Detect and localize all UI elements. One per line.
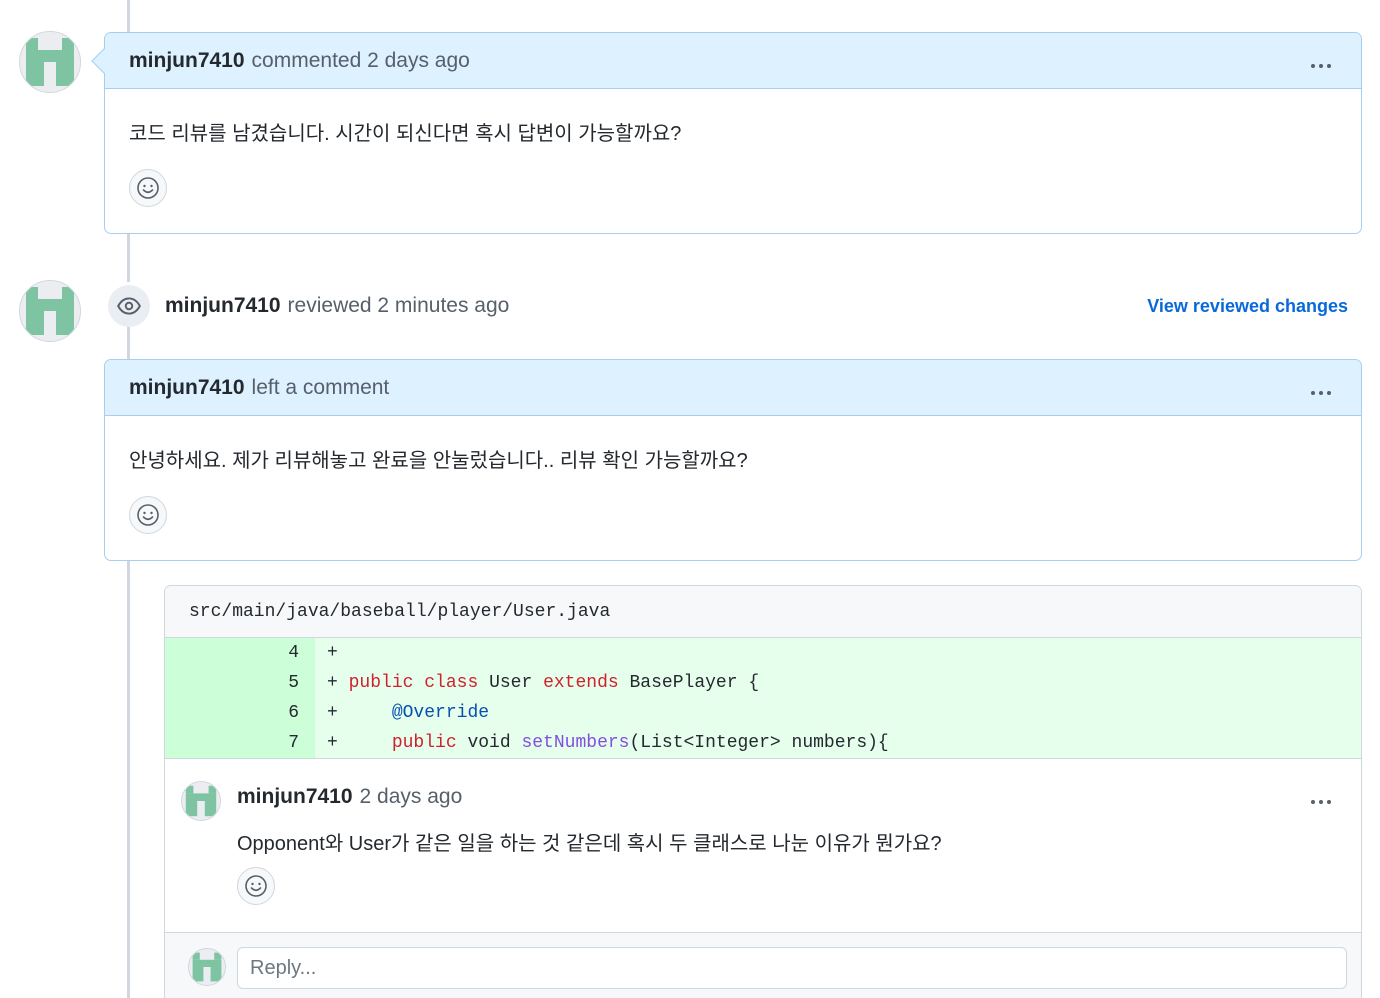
- line-number[interactable]: 4: [165, 638, 315, 668]
- avatar: [188, 948, 226, 986]
- smiley-icon: [137, 177, 159, 199]
- reply-area: Reply...: [165, 932, 1361, 998]
- diff-line: 5 + public class User extends BasePlayer…: [165, 668, 1361, 698]
- timeline-line: [127, 232, 130, 282]
- add-reaction-button[interactable]: [237, 867, 275, 905]
- pr-conversation-timeline: minjun7410 commented 2 days ago 코드 리뷰를 남…: [0, 0, 1380, 998]
- add-reaction-button[interactable]: [129, 496, 167, 534]
- smiley-icon: [245, 875, 267, 897]
- timeline-comment: minjun7410 commented 2 days ago 코드 리뷰를 남…: [91, 32, 1362, 234]
- comment-pointer: [91, 48, 117, 74]
- diff-code: + @Override: [327, 703, 490, 723]
- review-badge: [108, 285, 150, 327]
- comment-body: 코드 리뷰를 남겼습니다. 시간이 되신다면 혹시 답변이 가능할까요?: [129, 123, 682, 145]
- diff-line: 4 +: [165, 638, 1361, 668]
- avatar[interactable]: [19, 280, 81, 342]
- comment-timestamp[interactable]: commented 2 days ago: [252, 49, 470, 73]
- kebab-icon[interactable]: [1309, 50, 1333, 72]
- comment-body: Opponent와 User가 같은 일을 하는 것 같은데 혹시 두 클래스로…: [237, 833, 942, 855]
- diff-hunk: 4 + 5 + public class User extends BasePl…: [165, 638, 1361, 758]
- identicon-avatar-icon: [189, 949, 225, 985]
- review-timestamp[interactable]: reviewed 2 minutes ago: [288, 294, 510, 317]
- reply-input[interactable]: Reply...: [237, 947, 1347, 989]
- identicon-avatar-icon: [182, 782, 220, 820]
- eye-icon: [117, 297, 141, 315]
- smiley-icon: [137, 504, 159, 526]
- comment-header: minjun7410 commented 2 days ago: [91, 33, 1361, 89]
- line-number[interactable]: 5: [165, 668, 315, 698]
- comment-author[interactable]: minjun7410: [237, 785, 353, 808]
- review-summary: minjun7410 reviewed 2 minutes ago: [165, 294, 509, 318]
- comment-action: left a comment: [251, 375, 390, 399]
- diff-code: + public class User extends BasePlayer {: [327, 673, 760, 693]
- comment-author[interactable]: minjun7410: [129, 376, 245, 400]
- file-path[interactable]: src/main/java/baseball/player/User.java: [165, 586, 1361, 638]
- review-thread: src/main/java/baseball/player/User.java …: [164, 585, 1362, 998]
- comment-body: 안녕하세요. 제가 리뷰해놓고 완료을 안눌렀습니다.. 리뷰 확인 가능할까요…: [129, 450, 748, 472]
- avatar[interactable]: [181, 781, 221, 821]
- kebab-icon[interactable]: [1309, 786, 1333, 808]
- view-reviewed-changes-link[interactable]: View reviewed changes: [1147, 296, 1348, 317]
- diff-code: +: [315, 638, 1361, 668]
- diff-sign: +: [327, 673, 338, 693]
- comment-header: minjun7410 left a comment: [105, 360, 1361, 416]
- review-comment: minjun7410 left a comment 안녕하세요. 제가 리뷰해놓…: [104, 359, 1362, 561]
- review-event: minjun7410 reviewed 2 minutes ago View re…: [108, 284, 1358, 328]
- line-number[interactable]: 6: [165, 698, 315, 728]
- diff-code: + public void setNumbers(List<Integer> n…: [327, 733, 889, 753]
- thread-comment: minjun7410 2 days ago Opponent와 User가 같은 …: [165, 758, 1361, 933]
- diff-line: 7 + public void setNumbers(List<Integer>…: [165, 728, 1361, 758]
- add-reaction-button[interactable]: [129, 169, 167, 207]
- line-number[interactable]: 7: [165, 728, 315, 758]
- comment-header: minjun7410 2 days ago: [237, 785, 462, 809]
- comment-author[interactable]: minjun7410: [129, 49, 245, 73]
- timeline-line: [127, 558, 130, 998]
- kebab-icon[interactable]: [1309, 377, 1333, 399]
- diff-line: 6 + @Override: [165, 698, 1361, 728]
- diff-sign: +: [327, 733, 338, 753]
- identicon-avatar-icon: [20, 32, 80, 92]
- timeline-line: [127, 326, 130, 362]
- comment-timestamp[interactable]: 2 days ago: [360, 785, 463, 808]
- review-author[interactable]: minjun7410: [165, 294, 281, 317]
- timeline-line: [127, 0, 130, 34]
- avatar[interactable]: [19, 31, 81, 93]
- identicon-avatar-icon: [20, 281, 80, 341]
- diff-sign: +: [327, 703, 338, 723]
- diff-sign: +: [327, 643, 338, 663]
